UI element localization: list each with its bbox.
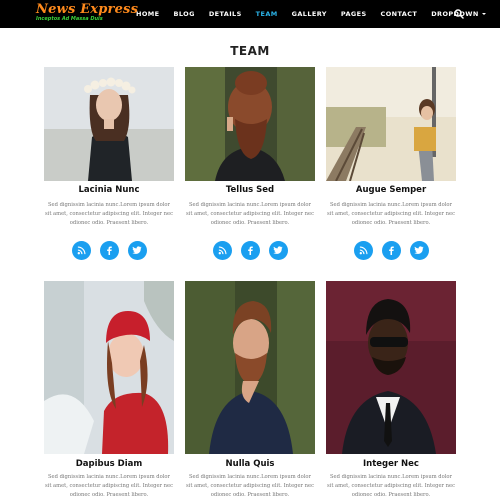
social-links bbox=[185, 241, 315, 260]
rss-button[interactable] bbox=[71, 241, 91, 260]
main-menu: HOME BLOG DETAILS TEAM GALLERY PAGES CON… bbox=[136, 0, 500, 28]
caret-down-icon bbox=[481, 13, 486, 15]
member-name: Lacinia Nunc bbox=[78, 185, 140, 195]
rss-button[interactable] bbox=[353, 241, 373, 260]
facebook-icon bbox=[388, 246, 394, 255]
nav-item-team[interactable]: TEAM bbox=[256, 10, 278, 18]
member-name: Tellus Sed bbox=[225, 185, 275, 195]
bio-line: odionec odio. Praesent libero. bbox=[351, 492, 431, 498]
brand-tagline: Inceptos Ad Massa Duis bbox=[36, 16, 103, 22]
facebook-icon bbox=[106, 246, 112, 255]
bio-line: odionec odio. Praesent libero. bbox=[69, 220, 149, 226]
member-bio: Sed dignissim lacinia nunc.Lorem ipsum d… bbox=[42, 201, 176, 228]
member-name: Dapibus Diam bbox=[75, 459, 143, 469]
member-bio: Sed dignissim lacinia nunc.Lorem ipsum d… bbox=[183, 201, 317, 228]
bio-line: sit amet, consectetur adipiscing elit. I… bbox=[186, 211, 314, 217]
rss-icon bbox=[218, 246, 227, 255]
member-bio: Sed dignissim lacinia nunc.Lorem ipsum d… bbox=[183, 473, 317, 500]
social-links bbox=[44, 241, 174, 260]
nav-item-gallery[interactable]: GALLERY bbox=[292, 10, 327, 18]
facebook-button[interactable] bbox=[240, 241, 260, 260]
member-photo bbox=[44, 67, 174, 181]
facebook-button[interactable] bbox=[381, 241, 401, 260]
twitter-button[interactable] bbox=[409, 241, 429, 260]
social-links bbox=[326, 241, 456, 260]
twitter-button[interactable] bbox=[268, 241, 288, 260]
member-photo bbox=[326, 281, 456, 454]
nav-item-details[interactable]: DETAILS bbox=[209, 10, 242, 18]
bio-line: Sed dignissim lacinia nunc.Lorem ipsum d… bbox=[188, 202, 312, 208]
member-bio: Sed dignissim lacinia nunc.Lorem ipsum d… bbox=[324, 201, 458, 228]
twitter-button[interactable] bbox=[127, 241, 147, 260]
member-name: Augue Semper bbox=[355, 185, 427, 195]
nav-item-home[interactable]: HOME bbox=[136, 10, 159, 18]
member-photo bbox=[44, 281, 174, 454]
member-photo bbox=[185, 281, 315, 454]
twitter-icon bbox=[132, 246, 142, 254]
bio-line: odionec odio. Praesent libero. bbox=[210, 220, 290, 226]
nav-item-contact[interactable]: CONTACT bbox=[381, 10, 418, 18]
nav-item-pages[interactable]: PAGES bbox=[341, 10, 367, 18]
brand-title: News Express bbox=[36, 2, 139, 17]
bio-line: odionec odio. Praesent libero. bbox=[351, 220, 431, 226]
rss-icon bbox=[77, 246, 86, 255]
rss-icon bbox=[359, 246, 368, 255]
bio-line: odionec odio. Praesent libero. bbox=[69, 492, 149, 498]
twitter-icon bbox=[414, 246, 424, 254]
bio-line: sit amet, consectetur adipiscing elit. I… bbox=[327, 211, 455, 217]
rss-button[interactable] bbox=[212, 241, 232, 260]
bio-line: odionec odio. Praesent libero. bbox=[210, 492, 290, 498]
member-bio: Sed dignissim lacinia nunc.Lorem ipsum d… bbox=[324, 473, 458, 500]
nav-item-blog[interactable]: BLOG bbox=[173, 10, 194, 18]
page-title: TEAM bbox=[230, 44, 270, 58]
bio-line: Sed dignissim lacinia nunc.Lorem ipsum d… bbox=[188, 474, 312, 480]
member-photo bbox=[326, 67, 456, 181]
top-navbar: News Express Inceptos Ad Massa Duis HOME… bbox=[0, 0, 500, 28]
bio-line: Sed dignissim lacinia nunc.Lorem ipsum d… bbox=[329, 474, 453, 480]
bio-line: sit amet, consectetur adipiscing elit. I… bbox=[327, 483, 455, 489]
bio-line: Sed dignissim lacinia nunc.Lorem ipsum d… bbox=[329, 202, 453, 208]
member-photo bbox=[185, 67, 315, 181]
bio-line: sit amet, consectetur adipiscing elit. I… bbox=[45, 483, 173, 489]
bio-line: sit amet, consectetur adipiscing elit. I… bbox=[45, 211, 173, 217]
bio-line: Sed dignissim lacinia nunc.Lorem ipsum d… bbox=[47, 202, 171, 208]
facebook-icon bbox=[247, 246, 253, 255]
member-bio: Sed dignissim lacinia nunc.Lorem ipsum d… bbox=[42, 473, 176, 500]
member-name: Nulla Quis bbox=[225, 459, 275, 469]
bio-line: sit amet, consectetur adipiscing elit. I… bbox=[186, 483, 314, 489]
bio-line: Sed dignissim lacinia nunc.Lorem ipsum d… bbox=[47, 474, 171, 480]
facebook-button[interactable] bbox=[99, 241, 119, 260]
twitter-icon bbox=[273, 246, 283, 254]
search-icon[interactable] bbox=[454, 9, 464, 19]
member-name: Integer Nec bbox=[363, 459, 419, 469]
brand-logo[interactable]: News Express Inceptos Ad Massa Duis bbox=[36, 3, 138, 22]
